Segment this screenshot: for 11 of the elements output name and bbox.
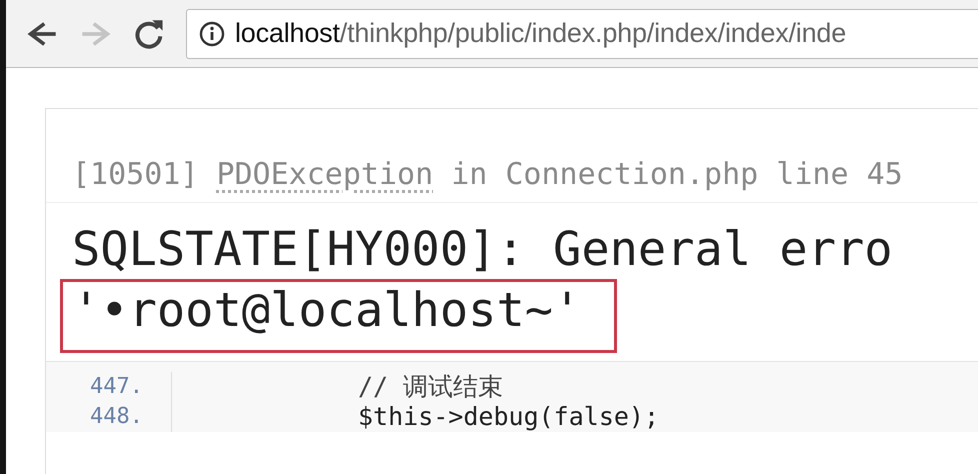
code-comment: // 调试结束 — [357, 372, 504, 402]
code-line: $this->debug(false); — [357, 402, 660, 432]
address-bar[interactable]: localhost/thinkphp/public/index.php/index/index/inde — [186, 8, 978, 58]
highlighted-text: '•root@localhost~' — [60, 279, 617, 353]
error-location: in Connection.php line 45 — [451, 157, 903, 192]
info-icon[interactable] — [199, 20, 225, 46]
line-number: 448. — [46, 402, 172, 432]
error-message: SQLSTATE[HY000]: General erro — [72, 221, 894, 279]
line-number: 447. — [46, 372, 172, 402]
error-code: [10501] — [72, 157, 198, 192]
exception-name: PDOException — [216, 157, 434, 192]
